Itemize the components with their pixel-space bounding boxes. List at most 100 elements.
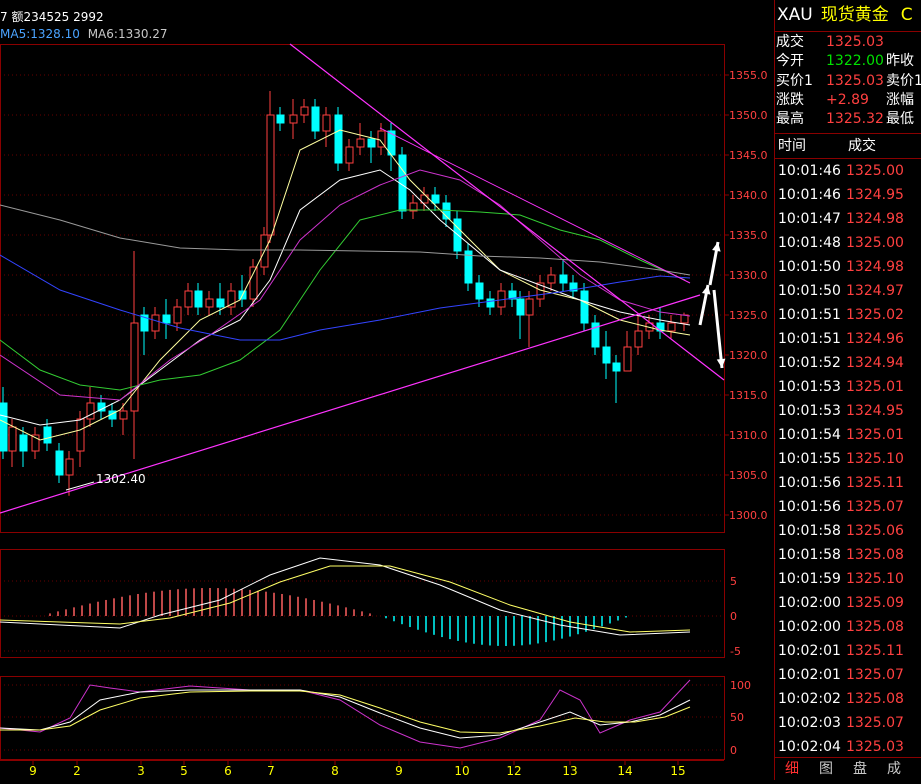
candle-body xyxy=(431,194,440,204)
candle-body xyxy=(602,346,611,364)
y-axis-label: 1335.0 xyxy=(729,229,768,242)
tick-price: 1325.07 xyxy=(846,499,904,516)
candle-body xyxy=(55,450,64,476)
instrument-header: XAU 现货黄金 C xyxy=(775,0,921,32)
tick-row: 10:01:50 1324.97 xyxy=(775,279,921,303)
candle-body xyxy=(65,458,74,476)
candle-body xyxy=(205,298,214,308)
quote-right-label: 昨收 xyxy=(886,53,914,70)
tick-time: 10:01:53 xyxy=(778,379,841,396)
candle-body xyxy=(216,298,225,308)
tick-time: 10:01:59 xyxy=(778,571,841,588)
tick-price: 1325.11 xyxy=(846,643,904,660)
tick-row: 10:01:58 1325.06 xyxy=(775,519,921,543)
candle-body xyxy=(119,410,128,420)
instrument-name: 现货黄金 xyxy=(820,5,889,25)
price-chart[interactable]: 1355.01350.01345.01340.01335.01330.01325… xyxy=(0,0,773,780)
candle-body xyxy=(559,274,568,284)
tick-header-price: 成交 xyxy=(848,138,876,155)
tick-time: 10:01:46 xyxy=(778,163,841,180)
candle-body xyxy=(334,114,343,164)
candle-body xyxy=(76,418,85,452)
tick-price: 1325.07 xyxy=(846,667,904,684)
tick-price: 1325.09 xyxy=(846,595,904,612)
tick-time: 10:01:50 xyxy=(778,259,841,276)
candle-body xyxy=(475,282,484,300)
candle-body xyxy=(289,114,298,124)
y-axis-label: 1355.0 xyxy=(729,69,768,82)
main-panel-frame xyxy=(0,44,725,533)
candle-body xyxy=(249,266,258,300)
tick-price: 1325.07 xyxy=(846,715,904,732)
macd-axis-label: 0 xyxy=(730,610,737,623)
tick-row: 10:02:00 1325.08 xyxy=(775,615,921,639)
candle-body xyxy=(86,402,95,420)
candle-body xyxy=(525,298,534,316)
y-axis-label: 1300.0 xyxy=(729,509,768,522)
candle-body xyxy=(19,434,28,452)
candle-body xyxy=(356,138,365,148)
tick-price: 1325.03 xyxy=(846,739,904,756)
ma-legend: MA5:1328.10 MA6:1330.27 xyxy=(0,27,168,41)
tick-header: 时间 成交 xyxy=(775,133,921,160)
low-annotation: 1302.40 xyxy=(96,472,146,486)
ma-line-1 xyxy=(0,129,691,441)
tab-detail[interactable]: 细 xyxy=(775,758,809,780)
ma5-value: MA5:1328.10 xyxy=(0,27,80,41)
tick-row: 10:01:47 1324.98 xyxy=(775,207,921,231)
quote-label: 买价1 xyxy=(776,72,813,89)
candle-body xyxy=(43,426,52,444)
candle-body xyxy=(623,346,632,372)
quote-panel: XAU 现货黄金 C 成交 1325.03 今开 1322.00 昨收 买价1 1325.0… xyxy=(774,0,921,780)
chart-area[interactable]: 1355.0 1350.0 1345.0 1340.0 1335.0 1330.0 1325… xyxy=(0,0,773,780)
tick-price: 1325.01 xyxy=(846,427,904,444)
candle-body xyxy=(322,114,331,132)
tab-trades[interactable]: 成 xyxy=(877,758,911,780)
y-axis-label: 1315.0 xyxy=(729,389,768,402)
tick-time: 10:01:48 xyxy=(778,235,841,252)
x-axis-label: 9 xyxy=(395,764,403,778)
x-axis-label: 13 xyxy=(562,764,577,778)
quote-right-label: 最低 xyxy=(886,111,914,128)
quote-value: 1325.03 xyxy=(826,72,884,89)
candle-body xyxy=(547,274,556,284)
candle-body xyxy=(300,106,309,116)
instrument-tail: C xyxy=(900,5,913,25)
tab-orderbook[interactable]: 盘 xyxy=(843,758,877,780)
kdj-axis-label: 0 xyxy=(730,744,737,757)
tick-row: 10:02:01 1325.07 xyxy=(775,663,921,687)
tick-time: 10:01:56 xyxy=(778,475,841,492)
tick-price: 1325.10 xyxy=(846,571,904,588)
tick-row: 10:01:46 1325.00 xyxy=(775,159,921,183)
kdj-axis-label: 100 xyxy=(730,679,751,692)
candle-body xyxy=(130,322,139,412)
tick-time: 10:01:53 xyxy=(778,403,841,420)
x-axis-label: 2 xyxy=(73,764,81,778)
tick-price: 1325.02 xyxy=(846,307,904,324)
tick-list[interactable]: 10:01:46 1325.00 10:01:46 1324.95 10:01:47 13… xyxy=(775,159,921,759)
tick-price: 1324.95 xyxy=(846,187,904,204)
y-axis-label: 1330.0 xyxy=(729,269,768,282)
tick-row: 10:02:01 1325.11 xyxy=(775,639,921,663)
tick-row: 10:01:50 1324.98 xyxy=(775,255,921,279)
quote-label: 成交 xyxy=(776,34,804,50)
quote-value: 1322.00 xyxy=(826,53,884,70)
quote-right-label: 涨幅 xyxy=(886,91,914,108)
candle-body xyxy=(194,290,203,308)
tab-chart[interactable]: 图 xyxy=(809,758,843,780)
tick-time: 10:01:58 xyxy=(778,547,841,564)
candle-body xyxy=(680,314,689,324)
y-axis-label: 1320.0 xyxy=(729,349,768,362)
candle-body xyxy=(634,330,643,348)
x-axis-label: 3 xyxy=(137,764,145,778)
tick-time: 10:02:03 xyxy=(778,715,841,732)
x-axis-label: 7 xyxy=(267,764,275,778)
macd-axis-label: -5 xyxy=(730,645,741,658)
tick-row: 10:01:46 1324.95 xyxy=(775,183,921,207)
tick-row: 10:02:04 1325.03 xyxy=(775,735,921,759)
panel-tabs: 细图盘成 xyxy=(775,757,921,780)
tick-price: 1324.95 xyxy=(846,403,904,420)
x-axis-label: 12 xyxy=(506,764,521,778)
candle-body xyxy=(367,138,376,148)
tick-price: 1325.11 xyxy=(846,475,904,492)
